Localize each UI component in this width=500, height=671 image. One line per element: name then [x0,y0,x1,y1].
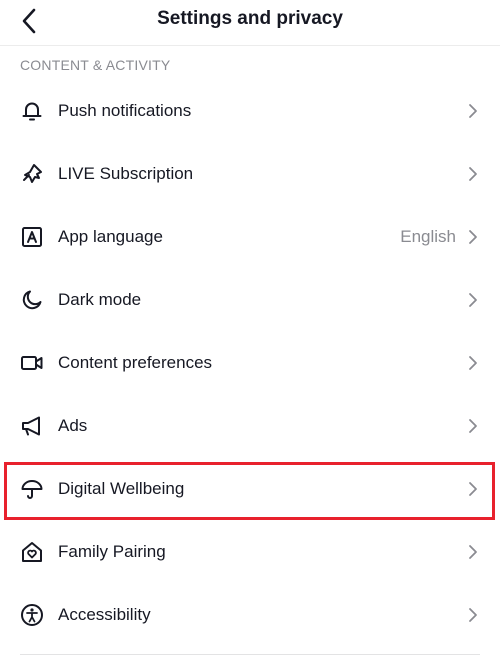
chevron-right-icon [466,353,480,373]
setting-ads[interactable]: Ads [0,394,500,457]
top-bar: Settings and privacy [0,0,500,46]
umbrella-icon [20,477,44,501]
settings-list: Push notifications LIVE Subscription App… [0,79,500,646]
setting-app-language[interactable]: App language English [0,205,500,268]
chevron-right-icon [466,542,480,562]
setting-accessibility[interactable]: Accessibility [0,583,500,646]
setting-label: Push notifications [58,100,192,120]
setting-digital-wellbeing[interactable]: Digital Wellbeing [0,457,500,520]
setting-push-notifications[interactable]: Push notifications [0,79,500,142]
setting-label: Content preferences [58,352,213,372]
language-icon [20,225,44,249]
section-title: CONTENT & ACTIVITY [20,57,171,73]
setting-dark-mode[interactable]: Dark mode [0,268,500,331]
video-camera-icon [20,351,44,375]
setting-label: Accessibility [58,604,151,624]
setting-value: English [400,226,456,246]
setting-live-subscription[interactable]: LIVE Subscription [0,142,500,205]
megaphone-icon [20,414,44,438]
setting-family-pairing[interactable]: Family Pairing [0,520,500,583]
chevron-right-icon [466,164,480,184]
chevron-right-icon [466,227,480,247]
chevron-right-icon [466,416,480,436]
home-heart-icon [20,540,44,564]
setting-content-preferences[interactable]: Content preferences [0,331,500,394]
live-subscription-icon [20,162,44,186]
setting-label: Dark mode [58,289,142,309]
setting-label: App language [58,226,163,246]
chevron-right-icon [466,101,480,121]
setting-label: Family Pairing [58,541,166,561]
setting-label: Ads [58,415,88,435]
setting-label: LIVE Subscription [58,163,194,183]
page-title: Settings and privacy [157,8,343,29]
setting-label: Digital Wellbeing [58,478,185,498]
chevron-right-icon [466,290,480,310]
moon-icon [20,288,44,312]
accessibility-icon [20,603,44,627]
chevron-right-icon [466,479,480,499]
chevron-right-icon [466,605,480,625]
divider [20,654,480,655]
bell-icon [20,99,44,123]
